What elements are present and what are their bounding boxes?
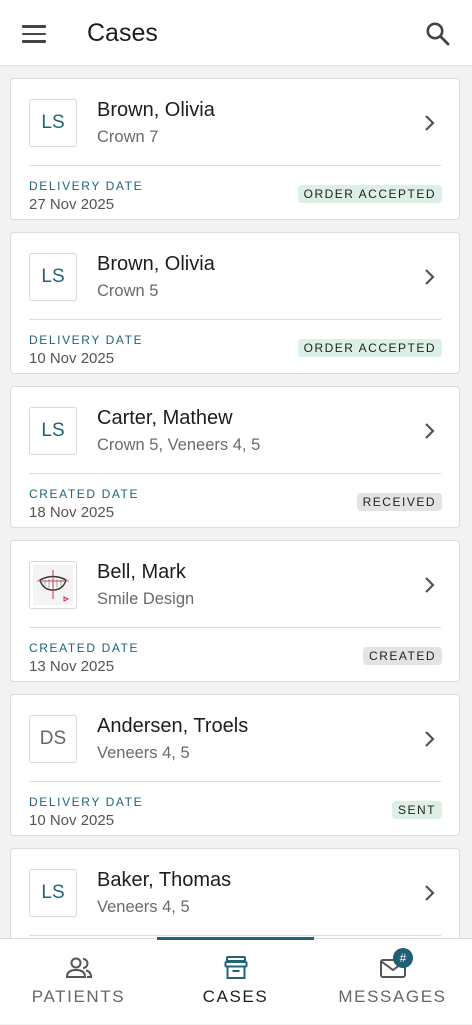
date-value: 10 Nov 2025 — [29, 812, 115, 829]
tab-label: MESSAGES — [338, 987, 447, 1006]
case-items: Veneers 4, 5 — [97, 898, 190, 916]
chevron-right-icon — [425, 577, 435, 593]
chevron-right-icon — [425, 423, 435, 439]
date-value: 27 Nov 2025 — [29, 196, 115, 213]
case-items: Smile Design — [97, 590, 195, 608]
status-badge: ORDER ACCEPTED — [297, 339, 442, 357]
case-card[interactable]: LS Baker, Thomas Veneers 4, 5 — [10, 848, 460, 938]
chevron-right-icon — [425, 731, 435, 747]
search-icon[interactable] — [425, 21, 451, 47]
case-card[interactable]: LS Brown, Olivia Crown 5 DELIVERY DATE 1… — [10, 232, 460, 374]
case-card[interactable]: LS Brown, Olivia Crown 7 DELIVERY DATE 2… — [10, 78, 460, 220]
chevron-right-icon — [425, 269, 435, 285]
avatar: LS — [29, 99, 77, 147]
case-card[interactable]: DS Andersen, Troels Veneers 4, 5 DELIVER… — [10, 694, 460, 836]
date-value: 13 Nov 2025 — [29, 658, 115, 675]
divider — [29, 781, 441, 782]
date-value: 10 Nov 2025 — [29, 350, 115, 367]
patient-name: Brown, Olivia — [97, 99, 215, 121]
patient-name: Andersen, Troels — [97, 715, 249, 737]
case-card[interactable]: Bell, Mark Smile Design CREATED DATE 13 … — [10, 540, 460, 682]
tab-cases[interactable]: CASES — [157, 939, 314, 1025]
date-label: CREATED DATE — [29, 641, 140, 655]
patient-name: Bell, Mark — [97, 561, 186, 583]
avatar: LS — [29, 407, 77, 455]
date-label: CREATED DATE — [29, 487, 140, 501]
patient-name: Carter, Mathew — [97, 407, 233, 429]
case-card[interactable]: LS Carter, Mathew Crown 5, Veneers 4, 5 … — [10, 386, 460, 528]
tab-messages[interactable]: MESSAGES — [314, 939, 471, 1025]
smile-design-icon — [29, 561, 77, 609]
chevron-right-icon — [425, 115, 435, 131]
avatar: LS — [29, 253, 77, 301]
divider — [29, 165, 441, 166]
date-label: DELIVERY DATE — [29, 795, 144, 809]
chevron-right-icon — [425, 885, 435, 901]
divider — [29, 319, 441, 320]
case-list[interactable]: LS Brown, Olivia Crown 7 DELIVERY DATE 2… — [0, 66, 472, 938]
status-badge: CREATED — [363, 647, 442, 665]
case-items: Crown 5, Veneers 4, 5 — [97, 436, 261, 454]
menu-icon[interactable] — [22, 22, 46, 46]
bottom-navigation: PATIENTS CASES MESSAGES # — [0, 937, 472, 1025]
case-items: Crown 5 — [97, 282, 159, 300]
status-badge: ORDER ACCEPTED — [297, 185, 442, 203]
divider — [29, 627, 441, 628]
people-icon — [65, 957, 92, 978]
tab-label: CASES — [202, 987, 269, 1006]
date-label: DELIVERY DATE — [29, 333, 144, 347]
avatar: LS — [29, 869, 77, 917]
avatar: DS — [29, 715, 77, 763]
case-items: Crown 7 — [97, 128, 159, 146]
status-badge: RECEIVED — [356, 493, 442, 511]
tab-label: PATIENTS — [31, 987, 126, 1006]
status-badge: SENT — [391, 801, 442, 819]
cases-icon — [224, 956, 247, 979]
date-value: 18 Nov 2025 — [29, 504, 115, 521]
case-items: Veneers 4, 5 — [97, 744, 190, 762]
messages-badge: # — [393, 948, 413, 968]
tab-patients[interactable]: PATIENTS — [0, 939, 157, 1025]
divider — [29, 935, 441, 936]
divider — [29, 473, 441, 474]
patient-name: Baker, Thomas — [97, 869, 232, 891]
app-bar: Cases — [0, 0, 472, 66]
patient-name: Brown, Olivia — [97, 253, 215, 275]
date-label: DELIVERY DATE — [29, 179, 144, 193]
page-title: Cases — [87, 19, 158, 47]
